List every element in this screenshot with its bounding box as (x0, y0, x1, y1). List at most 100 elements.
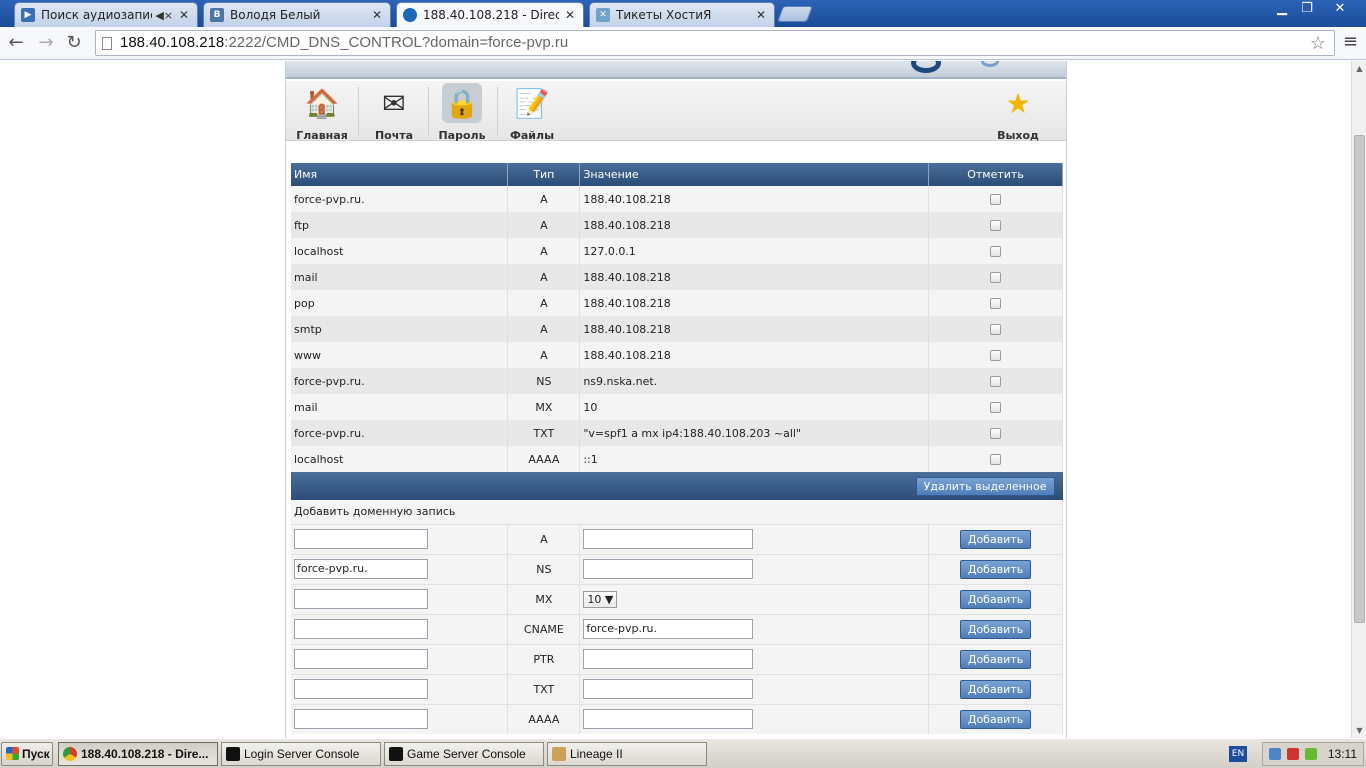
record-name-input[interactable] (294, 679, 428, 699)
taskbar-task[interactable]: Lineage II (547, 742, 707, 766)
taskbar-task[interactable]: Game Server Console (384, 742, 544, 766)
back-arrow-icon[interactable]: ← (4, 31, 28, 55)
record-value-input[interactable] (583, 559, 754, 579)
select-checkbox[interactable] (990, 298, 1002, 309)
select-checkbox[interactable] (990, 402, 1002, 413)
reload-icon[interactable]: ↻ (62, 31, 86, 55)
select-cell (928, 394, 1063, 420)
hostia-icon: ✕ (596, 8, 610, 22)
select-checkbox[interactable] (990, 246, 1002, 257)
divider (358, 87, 359, 135)
address-bar[interactable]: 188.40.108.218:2222/CMD_DNS_CONTROL?doma… (95, 30, 1335, 56)
nav-files[interactable]: 📝 Файлы (502, 81, 562, 143)
nav-password[interactable]: 🔒 Пароль (432, 81, 492, 142)
network-icon[interactable] (1269, 748, 1281, 760)
record-value-input[interactable]: force-pvp.ru. (583, 619, 754, 639)
close-icon[interactable]: ✕ (370, 8, 384, 22)
select-checkbox[interactable] (990, 194, 1002, 205)
scroll-up-icon[interactable]: ▲ (1352, 61, 1366, 76)
speaker-muted-icon[interactable]: ◀× (155, 9, 173, 22)
table-row: force-pvp.ru. NS ns9.nska.net. (291, 368, 1063, 394)
column-header-type[interactable]: Тип (507, 163, 581, 186)
record-name: localhost (291, 238, 509, 264)
nvidia-icon[interactable] (1305, 748, 1317, 760)
maximize-icon[interactable]: ❐ (1295, 0, 1319, 18)
select-checkbox[interactable] (990, 272, 1002, 283)
record-value-input[interactable] (583, 679, 754, 699)
taskbar-task[interactable]: 188.40.108.218 - Dire... (58, 742, 218, 766)
record-name-input[interactable] (294, 649, 428, 669)
record-name-input[interactable] (294, 619, 428, 639)
select-checkbox[interactable] (990, 350, 1002, 361)
column-header-name[interactable]: Имя (291, 163, 509, 186)
select-checkbox[interactable] (990, 454, 1002, 465)
record-name-input[interactable]: force-pvp.ru. (294, 559, 428, 579)
record-name: mail (291, 394, 509, 420)
add-record-button[interactable]: Добавить (959, 619, 1032, 639)
select-checkbox[interactable] (990, 324, 1002, 335)
select-checkbox[interactable] (990, 428, 1002, 439)
nav-logout[interactable]: ★ Выход (988, 81, 1048, 143)
record-value: 188.40.108.218 (579, 264, 930, 290)
nav-mail[interactable]: ✉ Почта (364, 81, 424, 143)
add-record-button[interactable]: Добавить (959, 589, 1032, 609)
mx-priority-select[interactable]: 10 ▼ (583, 590, 618, 608)
banner-decoration (911, 61, 941, 73)
dns-records-table: Имя Тип Значение Отметить force-pvp.ru. A… (291, 163, 1063, 734)
record-name-input[interactable] (294, 709, 428, 730)
record-type: NS (507, 553, 581, 584)
record-type: A (507, 264, 581, 290)
record-name-input[interactable] (294, 529, 428, 549)
name-cell (291, 703, 509, 734)
add-record-button[interactable]: Добавить (959, 709, 1032, 729)
record-value-input[interactable] (583, 709, 754, 730)
minimize-icon[interactable]: ▁ (1270, 0, 1294, 18)
close-icon[interactable]: ✕ (563, 8, 577, 22)
add-record-button[interactable]: Добавить (959, 559, 1032, 579)
lineage-icon (552, 747, 566, 761)
taskbar-task[interactable]: Login Server Console (221, 742, 381, 766)
browser-tab-active[interactable]: 188.40.108.218 - DirectAdm ✕ (396, 2, 584, 27)
browser-tab[interactable]: ✕ Тикеты ХостиЯ ✕ (589, 2, 775, 27)
record-value-input[interactable] (583, 529, 754, 549)
select-checkbox[interactable] (990, 220, 1002, 231)
add-record-button[interactable]: Добавить (959, 679, 1032, 699)
close-icon[interactable]: ✕ (177, 8, 191, 22)
browser-tab[interactable]: ▶ Поиск аудиозаписей по ◀× ✕ (14, 2, 198, 27)
new-tab-button[interactable] (777, 6, 813, 22)
record-value: 188.40.108.218 (579, 186, 930, 212)
add-record-button[interactable]: Добавить (959, 529, 1032, 549)
menu-icon[interactable]: ≡ (1343, 31, 1358, 52)
add-record-row: MX 10 ▼ Добавить (291, 583, 1063, 614)
start-button[interactable]: Пуск (1, 742, 53, 766)
console-icon (389, 747, 403, 761)
close-icon[interactable]: ✕ (754, 8, 768, 22)
files-icon: 📝 (514, 86, 550, 120)
record-name-input[interactable] (294, 589, 428, 609)
scrollbar[interactable]: ▲ ▼ (1351, 61, 1366, 738)
language-indicator[interactable]: EN (1229, 746, 1247, 762)
taskbar: Пуск 188.40.108.218 - Dire... Login Serv… (0, 738, 1366, 768)
volume-icon[interactable] (1287, 748, 1299, 760)
browser-tabstrip: ▶ Поиск аудиозаписей по ◀× ✕ B Володя Бе… (0, 0, 1366, 27)
browser-tab[interactable]: B Володя Белый ✕ (203, 2, 391, 27)
nav-label: Главная (296, 129, 348, 142)
nav-home[interactable]: 🏠 Главная (292, 81, 352, 143)
select-cell (928, 186, 1063, 212)
delete-selected-button[interactable]: Удалить выделенное (915, 476, 1055, 496)
record-name: pop (291, 290, 509, 316)
close-window-icon[interactable]: ✕ (1328, 0, 1352, 18)
bookmark-star-icon[interactable]: ☆ (1310, 31, 1326, 55)
column-header-value[interactable]: Значение (579, 163, 930, 186)
table-row: ftp A 188.40.108.218 (291, 212, 1063, 238)
select-checkbox[interactable] (990, 376, 1002, 387)
record-value: ::1 (579, 446, 930, 472)
forward-arrow-icon[interactable]: → (34, 31, 58, 55)
scroll-down-icon[interactable]: ▼ (1352, 723, 1366, 738)
scrollbar-thumb[interactable] (1354, 135, 1365, 623)
add-record-button[interactable]: Добавить (959, 649, 1032, 669)
table-row: localhost AAAA::1 (291, 446, 1063, 472)
record-value-input[interactable] (583, 649, 754, 669)
name-cell (291, 583, 509, 614)
select-cell (928, 368, 1063, 394)
